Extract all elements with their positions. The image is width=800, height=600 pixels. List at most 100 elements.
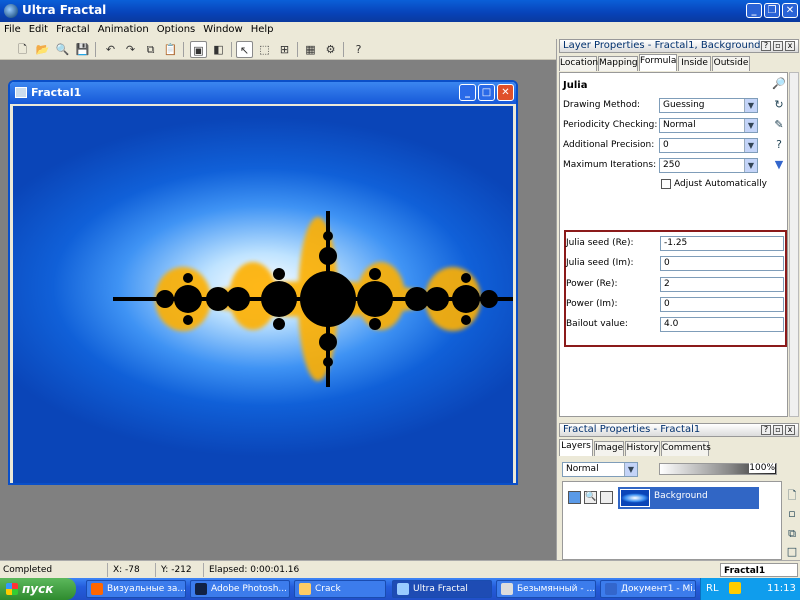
tab-comments[interactable]: Comments [661, 441, 711, 456]
tab-location[interactable]: Location [559, 56, 598, 71]
start-button[interactable]: пуск [0, 578, 76, 600]
tab-inside[interactable]: Inside [678, 56, 711, 71]
help-icon[interactable]: ? [350, 41, 367, 58]
tab-outside[interactable]: Outside [712, 56, 750, 71]
copy-icon[interactable]: ⧉ [142, 41, 159, 58]
save-icon[interactable]: 💾 [74, 41, 91, 58]
menu-window[interactable]: Window [199, 22, 246, 35]
refresh-icon[interactable]: ↻ [772, 98, 786, 111]
bailout-input[interactable]: 4.0 [660, 317, 784, 332]
folder-icon [299, 583, 311, 595]
opacity-value: 100% [749, 463, 775, 473]
task-ultra-fractal[interactable]: Ultra Fractal [392, 580, 492, 598]
fractal-close-button[interactable]: ✕ [497, 84, 514, 101]
status-x: X: -78 [110, 563, 156, 577]
blend-mode-select[interactable]: Normal ▼ [562, 462, 638, 477]
maximize-button[interactable]: ❐ [764, 3, 780, 18]
view-normal-icon[interactable]: ▣ [190, 41, 207, 58]
tray-icon[interactable] [729, 582, 741, 594]
tab-image[interactable]: Image [594, 441, 624, 456]
menu-file[interactable]: File [0, 22, 25, 35]
view-split-icon[interactable]: ◧ [210, 41, 227, 58]
chevron-down-icon: ▼ [744, 159, 757, 172]
paste-icon[interactable]: 📋 [162, 41, 179, 58]
word-icon [605, 583, 617, 595]
task-crack[interactable]: Crack [294, 580, 386, 598]
fractal-window-titlebar[interactable]: Fractal1 _ □ ✕ [10, 82, 516, 104]
menu-options[interactable]: Options [153, 22, 200, 35]
fractal-canvas[interactable] [13, 106, 513, 483]
fractal-window[interactable]: Fractal1 _ □ ✕ [8, 80, 518, 485]
expand-icon[interactable]: ▼ [772, 158, 786, 171]
menu-help[interactable]: Help [247, 22, 278, 35]
status-state: Completed [0, 563, 108, 577]
delete-layer-icon[interactable]: □ [785, 545, 799, 558]
panel-pin-button[interactable]: ▫ [773, 41, 783, 51]
panel-close-button[interactable]: x [785, 425, 795, 435]
menu-fractal[interactable]: Fractal [52, 22, 94, 35]
redo-icon[interactable]: ↷ [122, 41, 139, 58]
panel-close-button[interactable]: x [785, 41, 795, 51]
tab-history[interactable]: History [625, 441, 660, 456]
tab-formula[interactable]: Formula [639, 54, 677, 71]
firefox-icon [91, 583, 103, 595]
status-bar: Completed X: -78 Y: -212 Elapsed: 0:00:0… [0, 560, 800, 578]
close-button[interactable]: ✕ [782, 3, 798, 18]
layer-properties-panel: Layer Properties - Fractal1, Background … [556, 39, 800, 419]
task-photoshop[interactable]: Adobe Photosh... [190, 580, 290, 598]
opacity-slider[interactable]: 100% [659, 463, 777, 475]
render-icon[interactable]: ▦ [302, 41, 319, 58]
formula-browse-icon[interactable]: 🔎 [772, 77, 786, 90]
param-label: Bailout value: [566, 319, 628, 329]
menu-edit[interactable]: Edit [25, 22, 52, 35]
help-icon[interactable]: ? [772, 138, 786, 151]
task-word[interactable]: Документ1 - Mi... [600, 580, 696, 598]
browse-icon[interactable]: 🔍 [54, 41, 71, 58]
minimize-button[interactable]: _ [746, 3, 762, 18]
fractal-maximize-button[interactable]: □ [478, 84, 495, 101]
max-iter-select[interactable]: 250 ▼ [659, 158, 758, 173]
layer-thumbnail [620, 489, 650, 507]
language-indicator[interactable]: RL [706, 583, 719, 594]
edit-formula-icon[interactable]: ✎ [772, 118, 786, 131]
panel-help-button[interactable]: ? [761, 425, 771, 435]
gear-icon[interactable]: ⚙ [322, 41, 339, 58]
power-im-input[interactable]: 0 [660, 297, 784, 312]
mdi-area: Fractal1 _ □ ✕ [0, 60, 556, 560]
rotate-icon[interactable]: ⊞ [276, 41, 293, 58]
periodicity-select[interactable]: Normal ▼ [659, 118, 758, 133]
precision-label: Additional Precision: [563, 140, 655, 150]
task-browser[interactable]: Визуальные за... [86, 580, 186, 598]
julia-seed-im-input[interactable]: 0 [660, 256, 784, 271]
layer-row-background[interactable]: Background [618, 487, 759, 509]
fractal-minimize-button[interactable]: _ [459, 84, 476, 101]
undo-icon[interactable]: ↶ [102, 41, 119, 58]
vertical-scrollbar[interactable] [789, 72, 799, 417]
new-icon[interactable]: 🗋 [14, 41, 31, 58]
layer-lock-icon[interactable] [600, 491, 613, 504]
panel-pin-button[interactable]: ▫ [773, 425, 783, 435]
open-icon[interactable]: 📂 [34, 41, 51, 58]
drawing-method-select[interactable]: Guessing ▼ [659, 98, 758, 113]
layer-visible-icon[interactable] [568, 491, 581, 504]
add-layer-icon[interactable]: 🗋 [785, 487, 799, 506]
panel-help-button[interactable]: ? [761, 41, 771, 51]
layer-zoom-icon[interactable]: 🔍 [584, 491, 597, 504]
adjust-checkbox[interactable] [661, 179, 671, 189]
select-tool-icon[interactable]: ↖ [236, 41, 253, 58]
app-title: Ultra Fractal [22, 3, 107, 17]
merge-layer-icon[interactable]: ⧉ [785, 527, 799, 541]
menu-animation[interactable]: Animation [94, 22, 153, 35]
param-label: Power (Im): [566, 299, 618, 309]
julia-seed-re-input[interactable]: -1.25 [660, 236, 784, 251]
app-title-bar: Ultra Fractal _ ❐ ✕ [0, 0, 800, 22]
task-paint[interactable]: Безымянный - ... [496, 580, 596, 598]
precision-select[interactable]: 0 ▼ [659, 138, 758, 153]
tab-mapping[interactable]: Mapping [598, 56, 638, 71]
tab-layers[interactable]: Layers [559, 439, 593, 456]
toolbar: 🗋 📂 🔍 💾 ↶ ↷ ⧉ 📋 ▣ ◧ ↖ ⬚ ⊞ ▦ ⚙ ? [0, 39, 556, 60]
power-re-input[interactable]: 2 [660, 277, 784, 292]
add-mask-icon[interactable]: ▫ [785, 507, 799, 520]
zoom-box-icon[interactable]: ⬚ [256, 41, 273, 58]
status-document[interactable]: Fractal1 [720, 563, 798, 577]
